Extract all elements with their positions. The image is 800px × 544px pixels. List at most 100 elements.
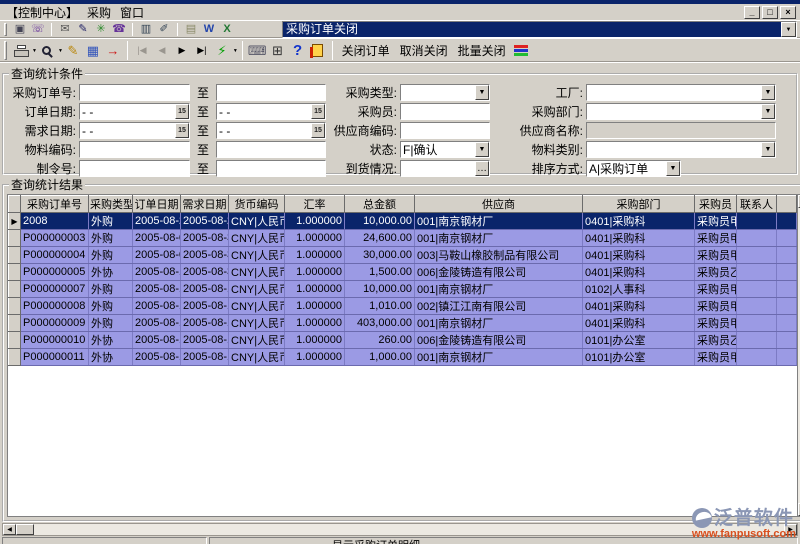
monitor-icon[interactable]: ▥	[137, 22, 155, 38]
arrival-input[interactable]: …	[400, 160, 490, 177]
column-header[interactable]: 订单日期	[133, 196, 181, 213]
purchase-type-combo[interactable]: ▼	[400, 84, 490, 101]
ellipsis-icon[interactable]: …	[475, 161, 489, 176]
table-cell[interactable]: 外购	[89, 315, 133, 332]
table-row[interactable]: P000000010外协2005-08-192005-08-19CNY|人民币1…	[9, 332, 797, 349]
table-cell[interactable]: P000000010	[21, 332, 89, 349]
supplier-code-input[interactable]	[400, 122, 490, 139]
table-cell[interactable]: 采购员乙	[695, 264, 737, 281]
table-cell[interactable]: 采购员甲	[695, 349, 737, 366]
column-header[interactable]: 供应商	[415, 196, 583, 213]
table-cell[interactable]: 2005-08-17	[133, 281, 181, 298]
order-no-from-input[interactable]	[79, 84, 190, 101]
contacts-icon[interactable]: ⌨	[247, 41, 268, 61]
execute-icon[interactable]: ⚡	[212, 41, 232, 61]
help-icon[interactable]: ?	[288, 41, 308, 61]
chevron-down-icon[interactable]: ▼	[781, 22, 796, 37]
table-cell[interactable]	[737, 230, 777, 247]
table-cell[interactable]	[737, 315, 777, 332]
table-cell[interactable]: CNY|人民币	[229, 298, 285, 315]
table-cell[interactable]: CNY|人民币	[229, 213, 285, 230]
table-cell[interactable]: 外购	[89, 247, 133, 264]
table-cell[interactable]: 2005-08-19	[181, 332, 229, 349]
table-cell[interactable]: 1.000000	[285, 332, 345, 349]
chevron-down-icon[interactable]: ▼	[761, 142, 775, 157]
order-date-from-input[interactable]: - - 15	[79, 103, 190, 120]
table-cell[interactable]: 24,600.00	[345, 230, 415, 247]
column-header[interactable]: 采购订单号	[21, 196, 89, 213]
chevron-down-icon[interactable]: ▼	[761, 104, 775, 119]
table-cell[interactable]: 0401|采购科	[583, 264, 695, 281]
table-cell[interactable]: CNY|人民币	[229, 315, 285, 332]
column-header[interactable]: 联系人	[737, 196, 777, 213]
table-cell[interactable]: 1.000000	[285, 298, 345, 315]
status-combo[interactable]: F|确认 ▼	[400, 141, 490, 158]
table-row[interactable]: P000000008外购2005-08-182005-08-18CNY|人民币1…	[9, 298, 797, 315]
table-cell[interactable]: 2005-08-18	[181, 298, 229, 315]
table-cell[interactable]	[737, 213, 777, 230]
table-cell[interactable]: 外购	[89, 298, 133, 315]
column-header[interactable]: 需求日期	[181, 196, 229, 213]
table-cell[interactable]: 1.000000	[285, 230, 345, 247]
material-category-combo[interactable]: ▼	[586, 141, 776, 158]
table-cell[interactable]	[737, 298, 777, 315]
execute-dropdown-icon[interactable]: ▼	[233, 48, 238, 54]
order-date-to-input[interactable]: - - 15	[216, 103, 326, 120]
table-cell[interactable]: P000000004	[21, 247, 89, 264]
nav-prev-icon[interactable]: ◀	[152, 41, 172, 61]
column-header[interactable]: 汇率	[285, 196, 345, 213]
mo-no-to-input[interactable]	[216, 160, 326, 177]
table-cell[interactable]: P000000009	[21, 315, 89, 332]
table-row[interactable]: P000000007外购2005-08-172005-08-17CNY|人民币1…	[9, 281, 797, 298]
table-cell[interactable]: 0101|办公室	[583, 332, 695, 349]
table-cell[interactable]: P000000005	[21, 264, 89, 281]
table-cell[interactable]: 2005-08-30	[181, 247, 229, 264]
close-order-button[interactable]: 关闭订单	[337, 40, 395, 61]
table-cell[interactable]: 001|南京钢材厂	[415, 349, 583, 366]
sort-combo[interactable]: A|采购订单 ▼	[586, 160, 681, 177]
row-selector[interactable]	[9, 349, 21, 366]
table-cell[interactable]: 30,000.00	[345, 247, 415, 264]
row-selector[interactable]	[9, 332, 21, 349]
table-cell[interactable]: 0401|采购科	[583, 315, 695, 332]
table-cell[interactable]: 001|南京钢材厂	[415, 281, 583, 298]
table-row[interactable]: P000000003外购2005-08-012005-08-30CNY|人民币1…	[9, 230, 797, 247]
table-cell[interactable]: 2005-08-19	[133, 315, 181, 332]
table-cell[interactable]	[737, 349, 777, 366]
table-cell[interactable]	[737, 332, 777, 349]
table-cell[interactable]: 2005-08-17	[181, 281, 229, 298]
table-cell[interactable]: 2005-08-19	[133, 349, 181, 366]
calendar-icon[interactable]: 15	[175, 104, 189, 119]
print-icon[interactable]	[11, 41, 31, 61]
table-cell[interactable]: 采购员甲	[695, 213, 737, 230]
table-cell[interactable]: 1.000000	[285, 264, 345, 281]
nav-last-icon[interactable]: ▶|	[192, 41, 212, 61]
table-cell[interactable]: 采购员甲	[695, 315, 737, 332]
column-header[interactable]: 采购部门	[583, 196, 695, 213]
table-cell[interactable]: 1.000000	[285, 349, 345, 366]
table-cell[interactable]: 2005-08-19	[181, 349, 229, 366]
table-cell[interactable]: 外协	[89, 332, 133, 349]
table-row[interactable]: P000000009外购2005-08-192005-08-19CNY|人民币1…	[9, 315, 797, 332]
table-cell[interactable]: 0401|采购科	[583, 213, 695, 230]
row-selector[interactable]	[9, 264, 21, 281]
column-header[interactable]: 货币编码	[229, 196, 285, 213]
table-cell[interactable]: 采购员甲	[695, 230, 737, 247]
table-cell[interactable]: 002|镇江江南有限公司	[415, 298, 583, 315]
chevron-down-icon[interactable]: ▼	[666, 161, 680, 176]
batch-stripes-icon[interactable]	[511, 41, 531, 61]
table-cell[interactable]: 10,000.00	[345, 281, 415, 298]
table-cell[interactable]: P000000008	[21, 298, 89, 315]
table-row[interactable]: P000000005外协2005-08-122005-08-30CNY|人民币1…	[9, 264, 797, 281]
factory-combo[interactable]: ▼	[586, 84, 776, 101]
export-icon[interactable]: →	[103, 41, 123, 61]
table-cell[interactable]: 2005-08-30	[181, 230, 229, 247]
calendar-icon[interactable]: 15	[311, 123, 325, 138]
table-cell[interactable]: 1,010.00	[345, 298, 415, 315]
table-cell[interactable]: CNY|人民币	[229, 264, 285, 281]
table-cell[interactable]: 2005-08-06	[133, 247, 181, 264]
row-selector[interactable]	[9, 281, 21, 298]
preview-icon[interactable]	[37, 41, 57, 61]
horizontal-scrollbar[interactable]: ◀ ▶	[2, 523, 798, 536]
table-cell[interactable]: CNY|人民币	[229, 281, 285, 298]
